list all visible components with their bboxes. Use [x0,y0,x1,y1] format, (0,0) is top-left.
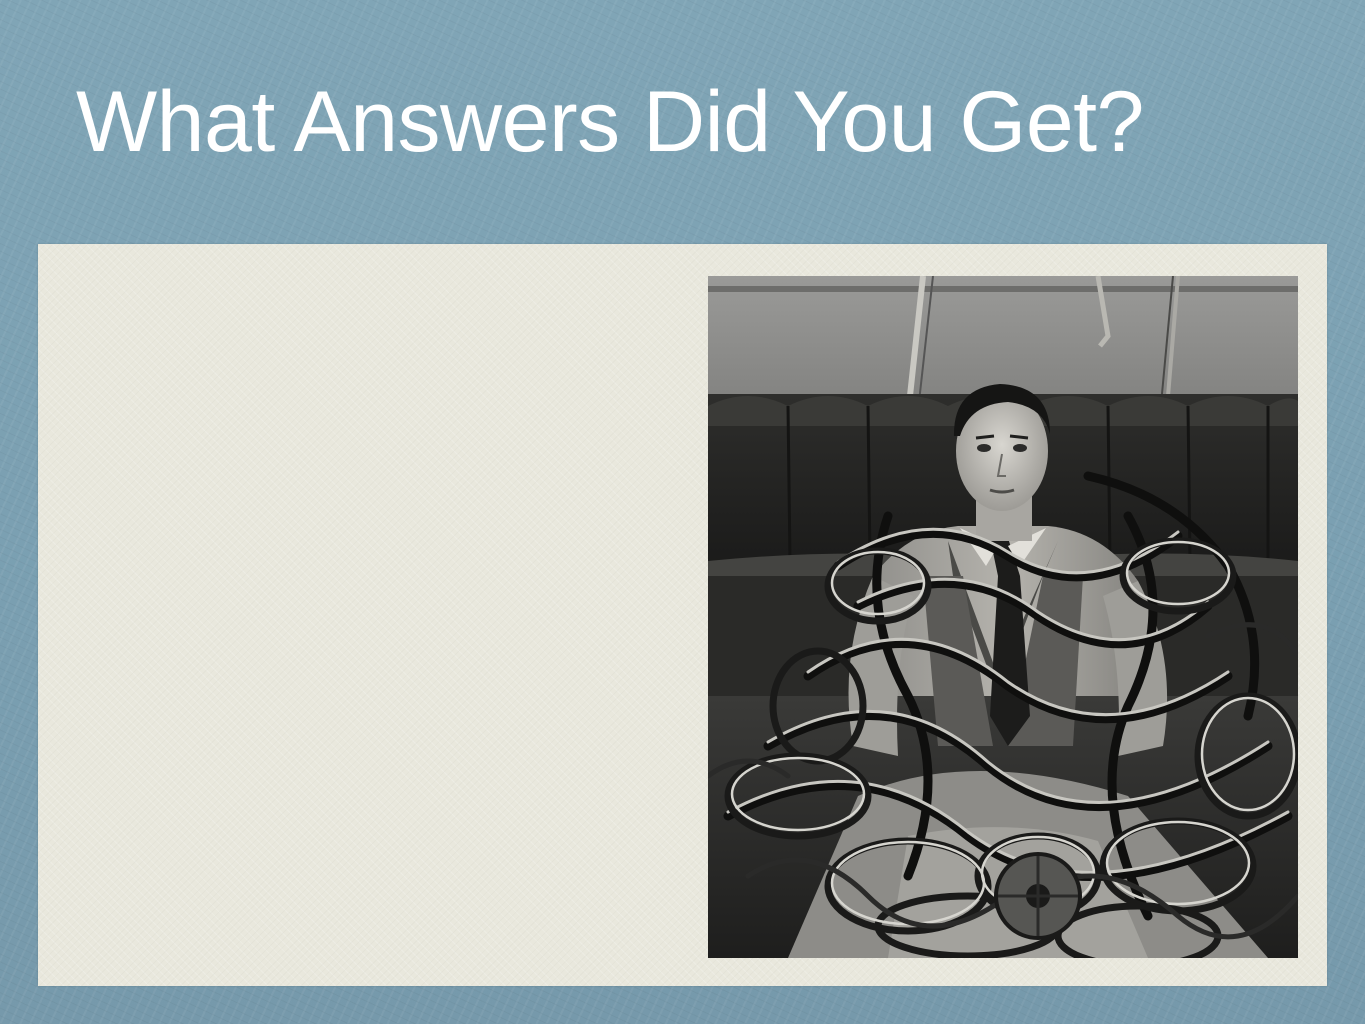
slide-title: What Answers Did You Get? [76,74,1144,170]
photo-image [708,276,1298,958]
